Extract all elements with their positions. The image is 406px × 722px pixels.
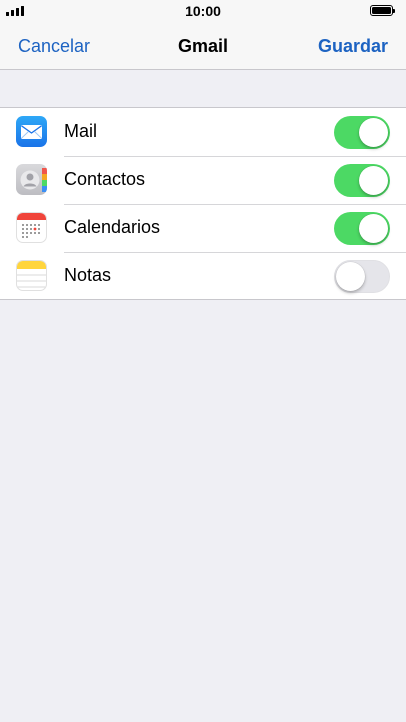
row-notes: Notas [0,251,406,299]
row-calendars: Calendarios [0,203,406,251]
row-contacts: Contactos [0,155,406,203]
row-mail: Mail [0,108,406,155]
mail-icon [16,116,47,147]
notes-icon [16,260,47,291]
contacts-toggle[interactable] [334,164,390,197]
sync-options-list: Mail Contactos Calendarios Notas [0,107,406,300]
calendars-toggle[interactable] [334,212,390,245]
contacts-icon [16,164,47,195]
navigation-bar: Cancelar Gmail Guardar [0,22,406,70]
row-divider [64,204,406,205]
row-divider [64,156,406,157]
row-label-calendars: Calendarios [64,217,161,237]
notes-toggle[interactable] [334,260,390,293]
toggle-knob [359,214,388,243]
toggle-knob [359,118,388,147]
toggle-knob [336,262,365,291]
row-label-contacts: Contactos [64,169,146,189]
mail-toggle[interactable] [334,116,390,149]
calendar-icon [16,212,47,243]
status-bar: 10:00 [0,0,406,22]
save-button[interactable]: Guardar [318,36,388,57]
row-divider [64,252,406,253]
battery-icon [370,5,396,16]
toggle-knob [359,166,388,195]
status-time: 10:00 [185,3,221,19]
row-label-mail: Mail [64,121,98,141]
row-label-notes: Notas [64,265,112,285]
